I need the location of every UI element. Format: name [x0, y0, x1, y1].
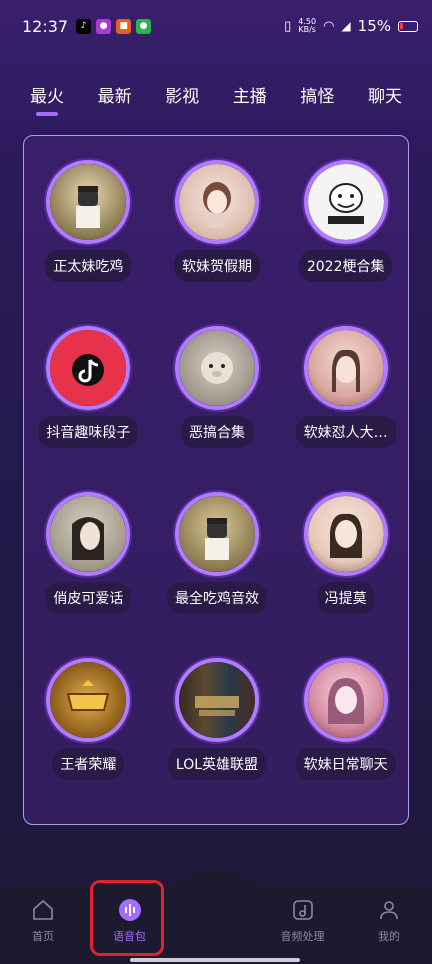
- soldier-icon: [76, 186, 101, 228]
- voice-pack-label: 软妹日常聊天: [295, 748, 396, 780]
- tab-label: 最火: [30, 86, 64, 107]
- girl-photo-icon: [329, 513, 362, 558]
- tab-streamer[interactable]: 主播: [225, 80, 275, 108]
- app-notification-icon: ●: [96, 18, 112, 34]
- battery-percent: 15%: [357, 17, 391, 35]
- voice-pack-item[interactable]: 俏皮可爱话: [24, 492, 153, 614]
- voice-pack-thumbnail: [303, 492, 388, 576]
- soldier-icon: [204, 518, 229, 560]
- meme-face-icon: [327, 183, 364, 224]
- wifi-icon: ◠: [323, 18, 335, 34]
- voice-pack-item[interactable]: 恶搞合集: [153, 326, 282, 448]
- voice-pack-item[interactable]: 正太妹吃鸡: [24, 160, 153, 282]
- voice-pack-thumbnail: [174, 658, 259, 742]
- voice-pack-thumbnail: [174, 326, 259, 410]
- voice-pack-label: LOL英雄联盟: [167, 748, 267, 780]
- user-icon: [380, 901, 398, 920]
- nav-label: 首页: [32, 930, 54, 943]
- game-logo-icon: [67, 680, 110, 711]
- voice-pack-thumbnail: [303, 326, 388, 410]
- voice-pack-label: 俏皮可爱话: [45, 582, 132, 614]
- tiktok-icon: ♪: [76, 18, 92, 34]
- category-tabs: 最火 最新 影视 主播 搞怪 聊天: [0, 80, 432, 120]
- game-logo-icon: [194, 696, 239, 716]
- status-bar: 12:37 ♪ ● ■ ● ▯ 4.50 KB/s ◠ ◢ 15%: [0, 0, 432, 52]
- status-time: 12:37: [22, 16, 69, 36]
- tiktok-logo-icon: [72, 354, 105, 386]
- nav-profile[interactable]: 我的: [354, 884, 424, 964]
- tab-hottest[interactable]: 最火: [22, 80, 72, 108]
- voice-pack-label: 恶搞合集: [180, 416, 253, 448]
- voice-pack-item[interactable]: 2022梗合集: [281, 160, 410, 282]
- voice-pack-label: 2022梗合集: [298, 250, 393, 282]
- voice-pack-label: 王者荣耀: [52, 748, 125, 780]
- voice-pack-label: 抖音趣味段子: [38, 416, 139, 448]
- app-notification-icon: ●: [136, 18, 152, 34]
- home-indicator[interactable]: [130, 958, 300, 962]
- voice-pack-label: 软妹贺假期: [173, 250, 260, 282]
- tab-label: 影视: [165, 86, 200, 107]
- voice-pack-item[interactable]: 软妹怼人大…: [281, 326, 410, 448]
- voice-pack-label: 正太妹吃鸡: [45, 250, 132, 282]
- sheep-icon: [200, 352, 233, 384]
- voice-pack-item[interactable]: 最全吃鸡音效: [153, 492, 282, 614]
- voice-pack-thumbnail: [303, 658, 388, 742]
- net-speed: 4.50 KB/s: [298, 18, 316, 34]
- tab-label: 主播: [232, 86, 267, 107]
- voice-pack-thumbnail: [303, 160, 388, 244]
- tab-label: 聊天: [367, 86, 402, 107]
- tab-chat[interactable]: 聊天: [360, 80, 410, 108]
- voice-pack-label: 最全吃鸡音效: [166, 582, 267, 614]
- anime-girl-icon: [202, 182, 231, 228]
- vibrate-icon: ▯: [284, 18, 292, 34]
- girl-photo-icon: [331, 349, 360, 392]
- tab-funny[interactable]: 搞怪: [292, 80, 342, 108]
- app-notification-icon: ■: [116, 18, 132, 34]
- highlight-box: [90, 880, 164, 956]
- tab-label: 搞怪: [300, 86, 335, 107]
- tab-newest[interactable]: 最新: [90, 80, 140, 108]
- voice-pack-item[interactable]: 冯提莫: [281, 492, 410, 614]
- tab-label: 最新: [97, 86, 132, 107]
- nav-home[interactable]: 首页: [8, 884, 78, 964]
- status-notification-icons: ♪ ● ■ ●: [76, 18, 152, 34]
- voice-pack-panel: 正太妹吃鸡 软妹贺假期 2022梗合集 抖音趣味段子 恶搞合集 软妹怼人大… 俏…: [23, 135, 409, 825]
- voice-pack-label: 软妹怼人大…: [295, 416, 396, 448]
- voice-pack-label: 冯提莫: [316, 582, 375, 614]
- girl-photo-icon: [72, 517, 105, 560]
- voice-pack-thumbnail: [46, 492, 131, 576]
- voice-pack-item[interactable]: LOL英雄联盟: [153, 658, 282, 780]
- voice-pack-item[interactable]: 王者荣耀: [24, 658, 153, 780]
- nav-audio-processing[interactable]: 音频处理: [268, 884, 338, 964]
- voice-pack-item[interactable]: 抖音趣味段子: [24, 326, 153, 448]
- voice-pack-thumbnail: [46, 160, 131, 244]
- nav-label: 我的: [378, 930, 400, 943]
- tab-film[interactable]: 影视: [157, 80, 207, 108]
- signal-icon: ◢: [341, 19, 351, 33]
- voice-pack-thumbnail: [46, 658, 131, 742]
- voice-pack-item[interactable]: 软妹日常聊天: [281, 658, 410, 780]
- girl-photo-icon: [327, 678, 364, 724]
- voice-pack-thumbnail: [46, 326, 131, 410]
- voice-pack-item[interactable]: 软妹贺假期: [153, 160, 282, 282]
- nav-label: 音频处理: [280, 930, 325, 943]
- net-speed-unit: KB/s: [298, 25, 316, 34]
- home-icon: [33, 899, 53, 920]
- battery-icon: [398, 20, 418, 32]
- voice-pack-thumbnail: [174, 160, 259, 244]
- bottom-nav: 首页 语音包 音频处理 我的: [0, 884, 432, 964]
- voice-pack-thumbnail: [174, 492, 259, 576]
- music-note-icon: [292, 900, 313, 920]
- nav-center-spacer: [181, 884, 251, 964]
- voice-pack-grid: 正太妹吃鸡 软妹贺假期 2022梗合集 抖音趣味段子 恶搞合集 软妹怼人大… 俏…: [24, 160, 410, 780]
